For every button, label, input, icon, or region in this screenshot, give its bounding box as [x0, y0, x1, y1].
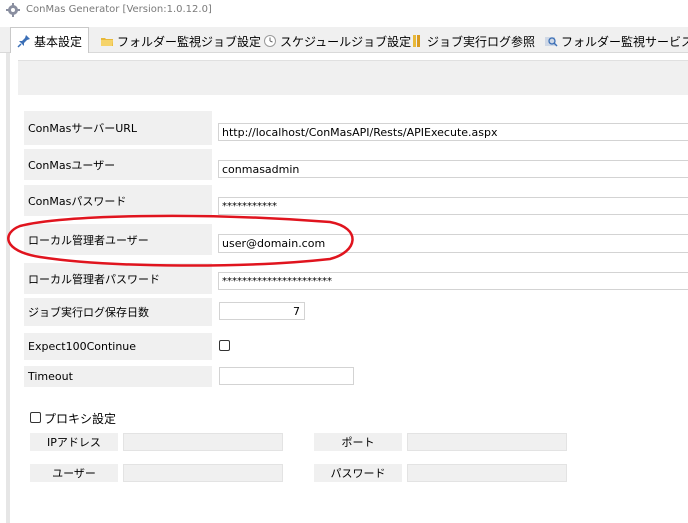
expect100continue-checkbox[interactable]: [219, 340, 230, 351]
search-icon: [545, 37, 558, 47]
toolbar-panel: [18, 60, 688, 95]
tab-schedule-job[interactable]: スケジュールジョブ設定: [263, 30, 411, 52]
tab-job-log[interactable]: ジョブ実行ログ参照: [410, 30, 535, 52]
title-bar: ConMas Generator [Version:1.0.12.0]: [0, 0, 688, 22]
proxy-settings-label: プロキシ設定: [44, 412, 117, 426]
tab-label: 基本設定: [34, 35, 83, 49]
folder-icon: [101, 38, 113, 46]
local-admin-password-label: ローカル管理者パスワード: [24, 263, 212, 294]
user-input[interactable]: conmasadmin: [218, 160, 688, 178]
tab-label: スケジュールジョブ設定: [280, 35, 412, 49]
proxy-user-input[interactable]: [123, 464, 283, 482]
proxy-checkbox[interactable]: [30, 412, 41, 423]
server-url-input[interactable]: http://localhost/ConMasAPI/Rests/APIExec…: [218, 123, 688, 141]
pin-icon: [17, 35, 30, 48]
clock-icon: [264, 35, 276, 47]
expect100continue-label: Expect100Continue: [24, 333, 212, 360]
tab-strip: 基本設定 フォルダー監視ジョブ設定 スケジュールジョブ設定 ジョブ実行ログ参照 …: [0, 27, 688, 54]
proxy-port-input[interactable]: [407, 433, 567, 451]
log-icon: [413, 35, 420, 47]
window-title: ConMas Generator [Version:1.0.12.0]: [26, 4, 212, 15]
proxy-user-label: ユーザー: [30, 464, 118, 482]
timeout-label: Timeout: [24, 366, 212, 387]
proxy-ip-input[interactable]: [123, 433, 283, 451]
proxy-password-input[interactable]: [407, 464, 567, 482]
proxy-password-label: パスワード: [314, 464, 402, 482]
log-retention-label: ジョブ実行ログ保存日数: [24, 298, 212, 326]
log-retention-input[interactable]: 7: [219, 302, 305, 320]
tab-label: フォルダー監視ジョブ設定: [117, 35, 262, 49]
proxy-ip-label: IPアドレス: [30, 433, 118, 451]
user-label: ConMasユーザー: [24, 149, 212, 180]
tab-basic-settings[interactable]: 基本設定: [10, 27, 90, 54]
local-admin-password-input[interactable]: **********************: [218, 272, 688, 290]
tab-label: フォルダー監視サービス操: [561, 35, 688, 49]
local-admin-user-input[interactable]: user@domain.com: [218, 234, 688, 253]
timeout-input[interactable]: [219, 367, 354, 385]
gear-icon: [6, 3, 20, 17]
server-url-label: ConMasサーバーURL: [24, 111, 212, 145]
tab-label: ジョブ実行ログ参照: [427, 35, 536, 49]
tab-folder-watch-job[interactable]: フォルダー監視ジョブ設定: [100, 30, 261, 52]
tab-folder-watch-service[interactable]: フォルダー監視サービス操: [544, 30, 688, 52]
password-input[interactable]: ***********: [218, 197, 688, 215]
password-label: ConMasパスワード: [24, 185, 212, 216]
local-admin-user-label: ローカル管理者ユーザー: [24, 224, 212, 255]
proxy-port-label: ポート: [314, 433, 402, 451]
